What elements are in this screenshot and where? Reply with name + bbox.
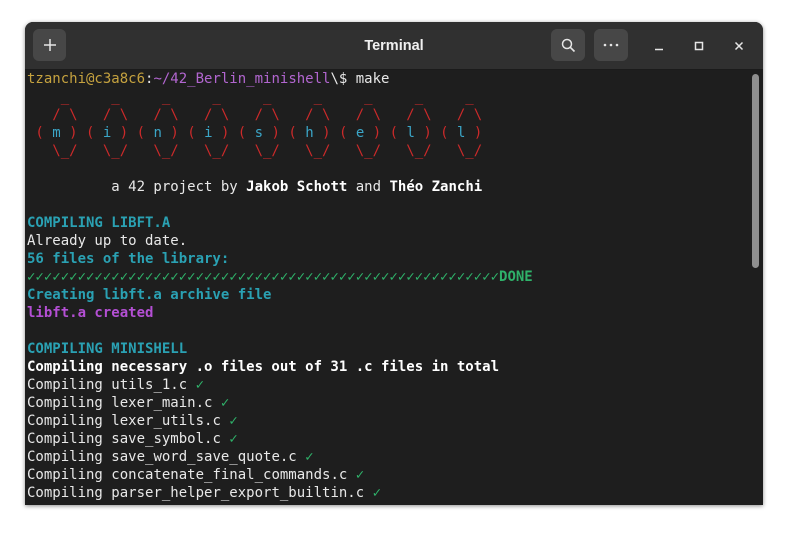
- author-name: Jakob Schott: [246, 179, 348, 195]
- check-mark: ✓: [220, 413, 238, 429]
- compiled-file: save_word_save_quote.c: [111, 449, 297, 465]
- new-tab-icon: [43, 39, 56, 51]
- progress-line: ✓✓✓✓✓✓✓✓✓✓✓✓✓✓✓✓✓✓✓✓✓✓✓✓✓✓✓✓✓✓✓✓✓✓✓✓✓✓✓✓…: [27, 268, 747, 286]
- prompt-user-host: tzanchi@c3a8c6: [27, 71, 146, 87]
- compile-line: Compiling parser_helper_export_builtin.c…: [27, 485, 382, 501]
- banner-row-4: \_/ \_/ \_/ \_/ \_/ \_/ \_/ \_/ \_/: [27, 143, 483, 159]
- compiled-file: utils_1.c: [111, 377, 188, 393]
- banner-letter: s: [254, 125, 264, 141]
- menu-button[interactable]: [594, 29, 628, 61]
- credit-prefix: a 42 project by: [27, 179, 247, 195]
- check-mark: ✓: [364, 485, 382, 501]
- compile-line: Compiling concatenate_final_commands.c ✓: [27, 467, 365, 483]
- terminal-output[interactable]: tzanchi@c3a8c6:~/42_Berlin_minishell\$ m…: [27, 70, 747, 505]
- prompt-symbol: \$: [330, 71, 348, 87]
- close-icon: [734, 41, 744, 51]
- compile-line: Compiling save_word_save_quote.c ✓: [27, 449, 314, 465]
- close-button[interactable]: [727, 34, 751, 58]
- compiled-file: concatenate_final_commands.c: [111, 467, 348, 483]
- search-button[interactable]: [551, 29, 585, 61]
- maximize-button[interactable]: [687, 34, 711, 58]
- compile-line: Compiling lexer_main.c ✓: [27, 395, 230, 411]
- banner-row-1: _ _ _ _ _ _ _ _ _: [27, 89, 474, 105]
- check-mark: ✓: [347, 467, 365, 483]
- prompt-path: ~/42_Berlin_minishell: [153, 71, 331, 87]
- banner-letter: i: [204, 125, 213, 141]
- minishell-header: COMPILING MINISHELL: [27, 341, 188, 357]
- new-tab-button[interactable]: [33, 29, 66, 61]
- terminal-window: Terminal tzanchi@c3a8c6:~/42_Berlin_mini…: [25, 22, 763, 505]
- credit-and: and: [347, 179, 390, 195]
- more-horizontal-icon: [603, 43, 619, 47]
- up-to-date-line: Already up to date.: [27, 233, 188, 249]
- banner-letter: n: [153, 125, 162, 141]
- compiled-file: parser_helper_export_builtin.c: [111, 485, 365, 501]
- title-bar: Terminal: [25, 22, 763, 70]
- prompt-line: tzanchi@c3a8c6:~/42_Berlin_minishell\$ m…: [27, 70, 747, 88]
- progress-checks: ✓✓✓✓✓✓✓✓✓✓✓✓✓✓✓✓✓✓✓✓✓✓✓✓✓✓✓✓✓✓✓✓✓✓✓✓✓✓✓✓…: [27, 269, 500, 285]
- banner-letter: l: [406, 125, 415, 141]
- compile-line: Compiling save_symbol.c ✓: [27, 431, 238, 447]
- minimize-icon: [655, 48, 663, 51]
- maximize-icon: [694, 41, 704, 51]
- file-count-line: 56 files of the library:: [27, 251, 230, 267]
- credit-line: a 42 project by Jakob Schott and Théo Za…: [27, 178, 747, 196]
- done-label: DONE: [499, 269, 533, 285]
- libft-header: COMPILING LIBFT.A: [27, 215, 171, 231]
- banner-letter: h: [305, 125, 314, 141]
- check-mark: ✓: [187, 377, 205, 393]
- compile-line: Compiling lexer_utils.c ✓: [27, 413, 238, 429]
- compiled-file: lexer_main.c: [111, 395, 213, 411]
- minimize-button[interactable]: [647, 34, 671, 58]
- scrollbar-thumb[interactable]: [752, 74, 759, 268]
- scrollbar[interactable]: [748, 70, 763, 505]
- compile-line: Compiling utils_1.c ✓: [27, 377, 205, 393]
- check-mark: ✓: [212, 395, 230, 411]
- creating-archive-line: Creating libft.a archive file: [27, 287, 272, 303]
- search-icon: [561, 38, 575, 52]
- check-mark: ✓: [296, 449, 314, 465]
- banner-row-3: ( m ) ( i ) ( n ) ( i ) ( s ) ( h ) ( e …: [27, 125, 483, 141]
- prompt-command: make: [347, 71, 390, 87]
- compiled-file: lexer_utils.c: [111, 413, 221, 429]
- banner-letter: m: [52, 125, 61, 141]
- banner-row-2: / \ / \ / \ / \ / \ / \ / \ / \ / \: [27, 107, 483, 123]
- archive-created-line: libft.a created: [27, 305, 154, 321]
- check-mark: ✓: [220, 431, 238, 447]
- compile-summary-line: Compiling necessary .o files out of 31 .…: [27, 359, 500, 375]
- author-name: Théo Zanchi: [389, 179, 483, 195]
- compiled-file: save_symbol.c: [111, 431, 221, 447]
